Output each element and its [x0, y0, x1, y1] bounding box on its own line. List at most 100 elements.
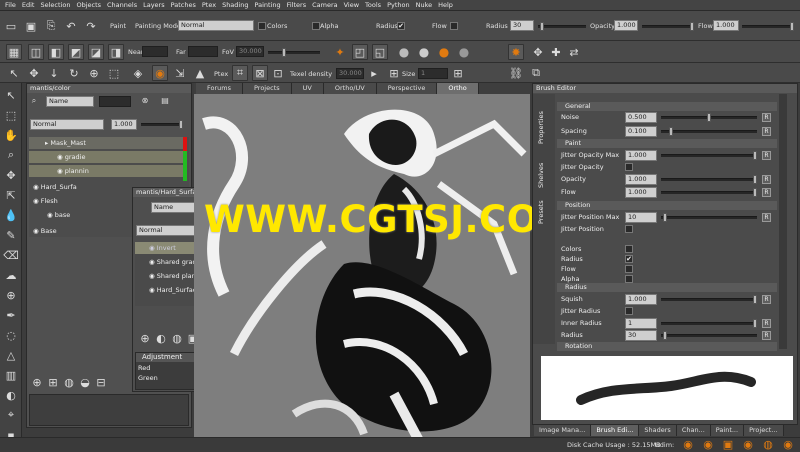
inner-radius-reset[interactable]: R [762, 319, 771, 328]
flow-slider[interactable] [742, 22, 794, 31]
redo-icon[interactable]: ↷ [83, 18, 99, 34]
menu-item-shading[interactable]: Shading [219, 1, 251, 9]
brush-radius-reset[interactable]: R [762, 331, 771, 340]
brush-scrollbar[interactable] [779, 94, 787, 349]
brush-radius-slider[interactable] [661, 331, 757, 340]
brush-alpha-checkbox[interactable] [625, 275, 633, 283]
menu-item-tools[interactable]: Tools [362, 1, 384, 9]
menu-item-view[interactable]: View [341, 1, 362, 9]
squish-input[interactable]: 1.000 [625, 294, 657, 305]
tab-ortho[interactable]: Ortho [437, 83, 479, 94]
fov-slider[interactable] [268, 48, 320, 57]
section-general[interactable]: General [557, 102, 777, 111]
target-icon[interactable]: ⊕ [86, 65, 102, 81]
drop-tool-icon[interactable]: 💧 [3, 207, 19, 223]
add-mask-icon[interactable]: ⊕ [137, 330, 153, 346]
layer-opacity-input[interactable]: 1.000 [111, 119, 137, 130]
brush-radius-input[interactable]: 30 [625, 330, 657, 341]
size-tool-icon[interactable]: ⊞ [386, 65, 402, 81]
shading-icon[interactable]: ◨ [108, 44, 124, 60]
tab-uv[interactable]: UV [291, 83, 324, 94]
flow-input[interactable]: 1.000 [713, 20, 739, 31]
flow-checkbox[interactable] [450, 22, 458, 30]
new-file-icon[interactable]: ▭ [3, 18, 19, 34]
arrow-tool-icon[interactable]: ↖ [3, 87, 19, 103]
mask-paint-icon[interactable]: ◐ [153, 330, 169, 346]
merge-layer-icon[interactable]: ⊟ [93, 374, 109, 390]
add-group-icon[interactable]: ⊞ [45, 374, 61, 390]
inner-radius-slider[interactable] [661, 319, 757, 328]
section-rotation[interactable]: Rotation [557, 342, 777, 351]
magnify-tool-icon[interactable]: ⌕ [3, 147, 19, 163]
undo-icon[interactable]: ↶ [63, 18, 79, 34]
brush-flow-reset[interactable]: R [762, 188, 771, 197]
clear-filter-icon[interactable]: ⊗ [139, 94, 151, 106]
menu-item-painting[interactable]: Painting [251, 1, 283, 9]
smudge-tool-icon[interactable]: ☁ [3, 267, 19, 283]
mask-layer-icon[interactable]: ◒ [77, 374, 93, 390]
jitter-position-max-reset[interactable]: R [762, 213, 771, 222]
bottom-tab-1[interactable]: Brush Edi... [591, 425, 640, 436]
brush-flow-input[interactable]: 1.000 [625, 187, 657, 198]
menu-item-camera[interactable]: Camera [309, 1, 341, 9]
brush-flow-checkbox[interactable] [625, 265, 633, 273]
ptex-select-icon[interactable]: ⊠ [252, 65, 268, 81]
brush-opacity-slider[interactable] [661, 175, 757, 184]
fov-input[interactable]: 30.000 [236, 46, 264, 57]
tab-properties[interactable]: Properties [537, 104, 545, 144]
layer-blend-mode[interactable]: Normal [30, 119, 104, 130]
lasso-icon[interactable]: ↖ [6, 65, 22, 81]
layer-opacity-slider[interactable] [141, 120, 183, 129]
3d-viewport[interactable] [194, 94, 530, 450]
paint-through-icon[interactable]: ⇲ [172, 65, 188, 81]
fill-icon[interactable]: ▲ [192, 65, 208, 81]
scale-tool-icon[interactable]: ⇱ [3, 187, 19, 203]
layer-search-input[interactable] [99, 96, 131, 107]
measure-tool-icon[interactable]: ⌖ [3, 407, 19, 423]
transform-tool-icon[interactable]: ✥ [3, 167, 19, 183]
brush-opacity-input[interactable]: 1.000 [625, 174, 657, 185]
noise-input[interactable]: 0.500 [625, 112, 657, 123]
tab-presets[interactable]: Presets [537, 194, 545, 224]
bottom-tab-2[interactable]: Shaders [639, 425, 677, 436]
sphere-smooth-icon[interactable]: ● [416, 44, 432, 60]
brush-flow-slider[interactable] [661, 188, 757, 197]
view-icon[interactable]: ◰ [352, 44, 368, 60]
layer-row-planning[interactable]: ◉ plannin [29, 165, 185, 177]
menu-item-objects[interactable]: Objects [73, 1, 104, 9]
jitter-position-checkbox[interactable] [625, 225, 633, 233]
far-input[interactable] [188, 46, 218, 57]
tab-projects[interactable]: Projects [243, 83, 292, 94]
spacing-reset[interactable]: R [762, 127, 771, 136]
object-icon[interactable]: ◧ [48, 44, 64, 60]
bottom-tab-4[interactable]: Paint... [710, 425, 745, 436]
light-icon[interactable]: ✸ [508, 44, 524, 60]
menu-item-channels[interactable]: Channels [104, 1, 140, 9]
layer-row-base[interactable]: ◉ Base [29, 225, 57, 237]
menu-item-ptex[interactable]: Ptex [199, 1, 219, 9]
stamp-icon[interactable]: ◈ [130, 65, 146, 81]
section-radius[interactable]: Radius [557, 283, 777, 292]
layer-row-base-child[interactable]: ◉ base [29, 209, 70, 221]
jitter-radius-checkbox[interactable] [625, 307, 633, 315]
eyedropper-icon[interactable]: ✒ [3, 307, 19, 323]
jitter-opacity-max-reset[interactable]: R [762, 151, 771, 160]
texel-icon[interactable]: ⊡ [270, 65, 286, 81]
near-input[interactable] [142, 46, 168, 57]
plus-icon[interactable]: ✚ [548, 44, 564, 60]
camera-icon[interactable]: ◫ [28, 44, 44, 60]
menu-item-edit[interactable]: Edit [19, 1, 38, 9]
tab-perspective[interactable]: Perspective [376, 83, 438, 94]
painting-mode-select[interactable]: Normal [178, 20, 254, 31]
alpha-checkbox[interactable] [312, 22, 320, 30]
sphere-flat-icon[interactable]: ● [396, 44, 412, 60]
jitter-opacity-max-slider[interactable] [661, 151, 757, 160]
jitter-position-max-slider[interactable] [661, 213, 757, 222]
layer-name-filter[interactable]: Name [46, 96, 94, 107]
section-paint[interactable]: Paint [557, 139, 777, 148]
brush-radius-checkbox[interactable]: ✔ [625, 255, 633, 263]
bottom-tab-3[interactable]: Chan... [676, 425, 711, 436]
sharpen-tool-icon[interactable]: △ [3, 347, 19, 363]
spacing-input[interactable]: 0.100 [625, 126, 657, 137]
gradient-tool-icon[interactable]: ▥ [3, 367, 19, 383]
